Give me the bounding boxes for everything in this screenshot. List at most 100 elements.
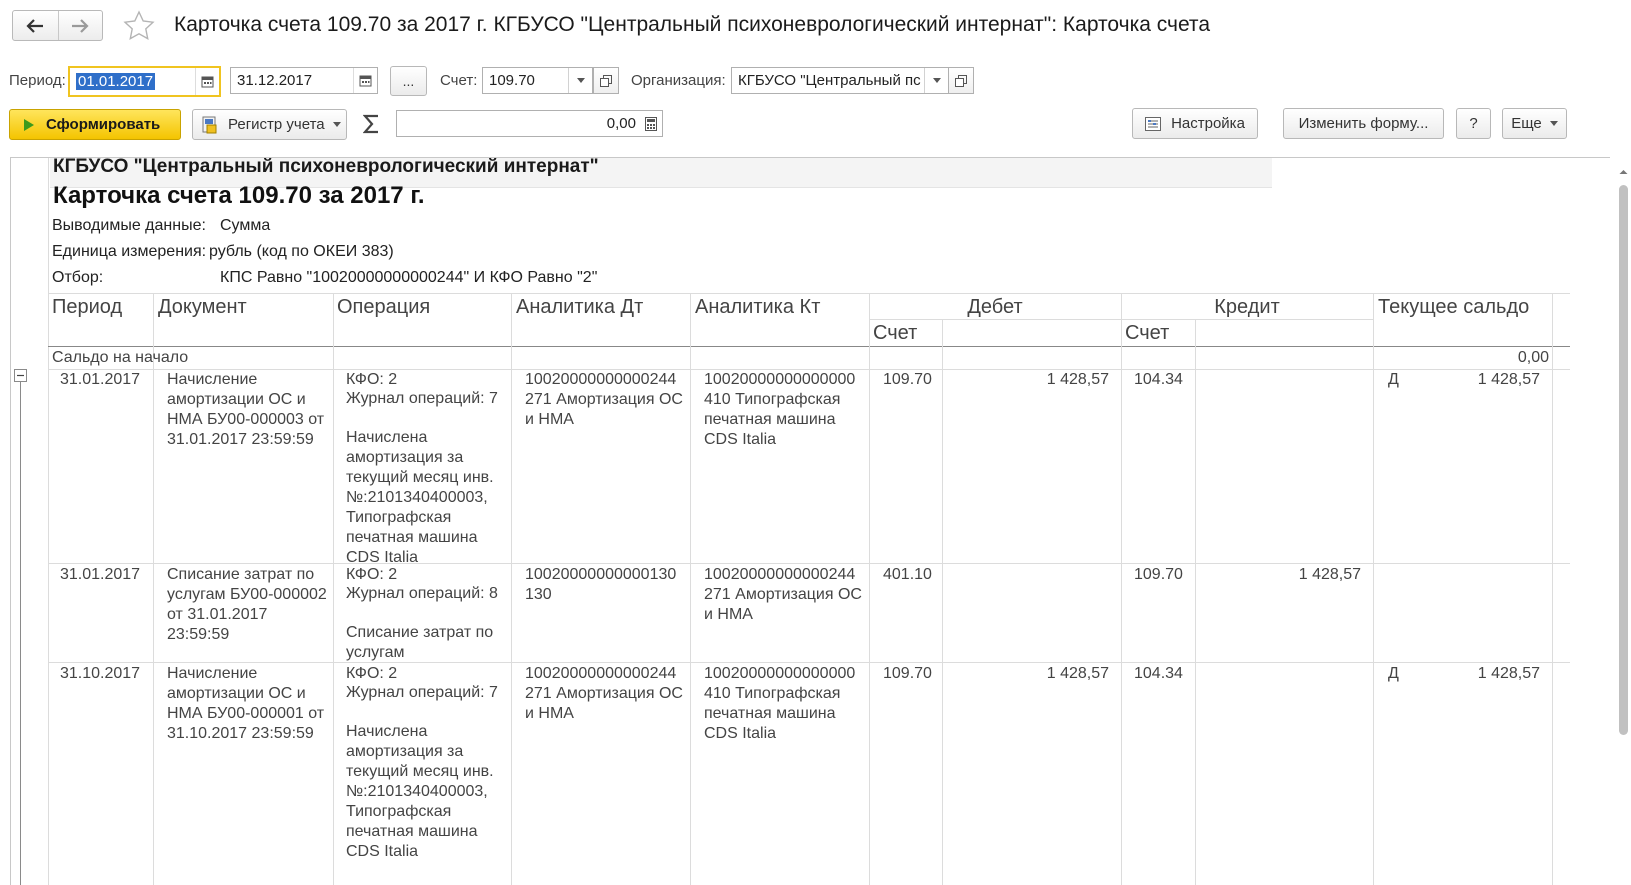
col-sep (511, 293, 512, 885)
row-analytics-kt: 10020000000000000 410 Типографская печат… (704, 371, 856, 448)
col-sep (690, 293, 691, 885)
period-select-button[interactable]: ... (390, 66, 427, 96)
account-value: 109.70 (489, 72, 535, 89)
col-header-document: Документ (158, 296, 247, 318)
date-from-field[interactable]: 01.01.2017 (68, 66, 221, 97)
back-button[interactable] (13, 11, 58, 40)
date-from-value: 01.01.2017 (76, 73, 156, 90)
row-balance-amount: 1 428,57 (1477, 371, 1540, 388)
organization-dropdown-button[interactable] (924, 68, 948, 93)
row-analytics-dt: 10020000000000244 271 Амортизация ОС и Н… (525, 665, 683, 722)
vertical-scrollbar[interactable] (1616, 165, 1631, 885)
col-sep (333, 293, 334, 885)
chevron-down-icon (332, 122, 341, 127)
generate-button-label: Сформировать (46, 116, 161, 133)
period-label: Период: (9, 72, 66, 89)
favorite-star-button[interactable] (122, 9, 156, 43)
account-open-button[interactable] (593, 67, 619, 94)
sum-value: 0,00 (606, 115, 636, 132)
output-value: Сумма (220, 217, 271, 234)
account-field[interactable]: 109.70 (482, 67, 593, 94)
row-analytics-kt: 10020000000000244 271 Амортизация ОС и Н… (704, 566, 862, 623)
settings-icon (1145, 116, 1162, 131)
group-collapse-button[interactable] (14, 369, 27, 382)
row-debit-account: 109.70 (883, 371, 932, 388)
col-header-period: Период (52, 296, 123, 318)
help-button[interactable]: ? (1456, 108, 1491, 139)
organization-field[interactable]: КГБУСО "Центральный пс (731, 67, 949, 94)
row-operation-desc: Начислена амортизация за текущий месяц и… (346, 723, 494, 860)
sum-button[interactable] (360, 112, 382, 136)
row-document: Списание затрат по услугам БУ00-000002 о… (167, 566, 327, 643)
account-dropdown-button[interactable] (568, 68, 592, 93)
col-sep (869, 293, 870, 885)
window-title: Карточка счета 109.70 за 2017 г. КГБУСО … (174, 13, 1210, 36)
row-analytics-dt: 10020000000000130 130 (525, 566, 677, 603)
navigation-buttons (12, 10, 103, 41)
calculator-button[interactable] (640, 111, 662, 136)
row-period: 31.01.2017 (60, 371, 141, 388)
register-icon (202, 116, 217, 133)
header-top-line (48, 293, 1570, 294)
row-credit-account: 109.70 (1134, 566, 1183, 583)
settings-button-label: Настройка (1171, 115, 1245, 132)
col-header-operation: Операция (337, 296, 431, 318)
report-area: КГБУСО "Центральный психоневрологический… (10, 157, 1610, 885)
report-org-name: КГБУСО "Центральный психоневрологический… (53, 157, 599, 177)
arrow-left-icon (26, 18, 44, 33)
settings-button[interactable]: Настройка (1132, 108, 1258, 139)
row-operation-desc: Начислена амортизация за текущий месяц и… (346, 429, 494, 566)
row-operation-kfo: КФО: 2 (346, 371, 398, 388)
report-title: Карточка счета 109.70 за 2017 г. (53, 182, 425, 209)
sigma-icon (362, 114, 378, 134)
date-from-calendar-button[interactable] (195, 68, 219, 95)
account-label: Счет: (440, 72, 478, 89)
arrow-right-icon (72, 18, 89, 33)
scroll-up-icon (1619, 170, 1628, 174)
col-header-balance: Текущее сальдо (1378, 296, 1530, 318)
organization-value: КГБУСО "Центральный пс (738, 72, 921, 89)
header-bottom-line (48, 346, 1570, 347)
filter-value: КПС Равно "10020000000000244" И КФО Равн… (220, 269, 598, 286)
organization-open-button[interactable] (948, 67, 974, 94)
register-button[interactable]: Регистр учета (192, 109, 347, 140)
unit-value: рубль (код по ОКЕИ 383) (209, 243, 394, 260)
row-debit-amount: 1 428,57 (1046, 665, 1109, 682)
generate-button[interactable]: Сформировать (9, 109, 181, 140)
row-balance-side: Д (1388, 665, 1399, 682)
more-button[interactable]: Еще (1502, 108, 1567, 139)
filter-label: Отбор: (52, 269, 104, 286)
row-debit-amount: 1 428,57 (1046, 371, 1109, 388)
opening-balance-value: 0,00 (1517, 349, 1549, 366)
chevron-down-icon (1549, 121, 1558, 126)
col-header-analytics-dt: Аналитика Дт (516, 296, 644, 318)
row-operation-desc: Списание затрат по услугам (346, 624, 494, 661)
change-form-button[interactable]: Изменить форму... (1283, 108, 1444, 139)
col-header-debit: Дебет (967, 296, 1023, 318)
date-to-value: 31.12.2017 (237, 72, 313, 89)
row-operation-journal: Журнал операций: 8 (346, 585, 498, 602)
col-sep (153, 293, 154, 885)
date-to-calendar-button[interactable] (353, 68, 377, 93)
scrollbar-thumb[interactable] (1619, 185, 1628, 735)
row-credit-amount: 1 428,57 (1298, 566, 1361, 583)
organization-label: Организация: (631, 72, 726, 89)
row-period: 31.10.2017 (60, 665, 141, 682)
calculator-icon (645, 116, 657, 131)
col-header-credit-account: Счет (1125, 322, 1170, 344)
col-header-credit: Кредит (1214, 296, 1280, 318)
col-header-analytics-kt: Аналитика Кт (695, 296, 821, 318)
chevron-down-icon (576, 78, 585, 83)
forward-button[interactable] (57, 11, 103, 40)
open-window-icon (955, 74, 967, 87)
col-sep (1373, 293, 1374, 885)
row-document: Начисление амортизации ОС и НМА БУ00-000… (167, 371, 325, 448)
date-to-field[interactable]: 31.12.2017 (230, 67, 378, 94)
sum-field[interactable]: 0,00 (396, 110, 663, 137)
row-credit-account: 104.34 (1134, 665, 1183, 682)
register-button-label: Регистр учета (228, 116, 325, 133)
col-header-debit-account: Счет (873, 322, 918, 344)
report-gutter (48, 158, 49, 885)
row-credit-account: 104.34 (1134, 371, 1183, 388)
open-window-icon (600, 74, 612, 87)
